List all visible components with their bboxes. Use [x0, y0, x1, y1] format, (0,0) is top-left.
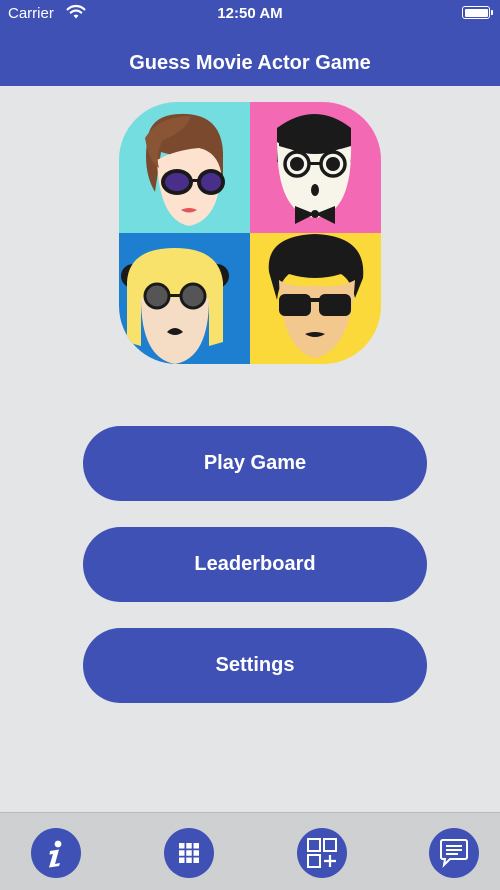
add-apps-icon — [307, 838, 337, 868]
settings-button[interactable]: Settings — [83, 628, 427, 703]
battery-icon — [462, 6, 493, 19]
play-game-button[interactable]: Play Game — [83, 426, 427, 501]
status-time: 12:50 AM — [217, 5, 283, 22]
status-bar: Carrier 12:50 AM — [0, 0, 500, 28]
grid-button[interactable] — [164, 828, 214, 878]
leaderboard-button[interactable]: Leaderboard — [83, 527, 427, 602]
info-button[interactable] — [31, 828, 81, 878]
more-apps-button[interactable] — [297, 828, 347, 878]
app-logo — [119, 102, 381, 364]
grid-icon — [179, 843, 199, 863]
info-icon — [49, 840, 62, 868]
chat-icon — [440, 839, 468, 868]
header: Carrier 12:50 AM Guess Movie Actor Game — [0, 0, 500, 86]
page-title: Guess Movie Actor Game — [129, 52, 371, 74]
bottom-toolbar — [0, 812, 500, 890]
actor-faces-icon — [119, 102, 381, 364]
feedback-button[interactable] — [429, 828, 479, 878]
